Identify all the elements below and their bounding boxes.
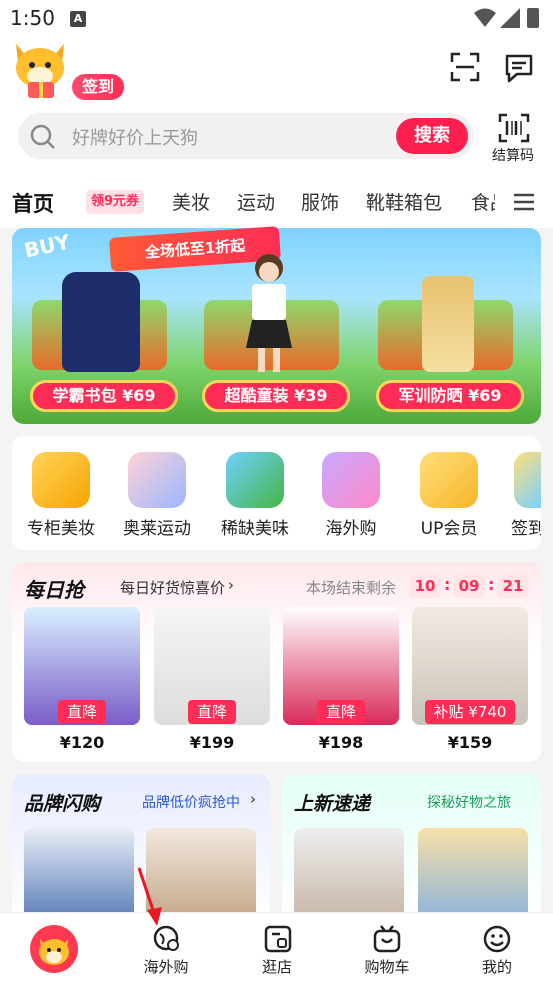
countdown-label: 本场结束剩余 xyxy=(306,579,397,597)
chevron-right-icon[interactable]: › xyxy=(228,576,234,594)
tab-food[interactable]: 食品 xyxy=(471,188,495,215)
deal-tag: 直降 xyxy=(317,700,365,724)
tab-beauty[interactable]: 美妆 xyxy=(172,188,210,215)
deal-price: ¥159 xyxy=(447,733,493,752)
notification-app-icon: A xyxy=(70,11,86,27)
nav-cart-label[interactable]: 购物车 xyxy=(352,956,422,977)
profile-icon[interactable] xyxy=(482,924,512,954)
nav-overseas-label[interactable]: 海外购 xyxy=(131,956,201,977)
search-input[interactable]: 好牌好价上天狗 xyxy=(72,124,198,150)
beauty-icon[interactable] xyxy=(32,452,90,508)
brand-flash-sale-title: 品牌闪购 xyxy=(24,793,101,815)
new-arrivals-title: 上新速递 xyxy=(294,793,371,815)
countdown-hours: 10 xyxy=(410,574,440,598)
nav-profile-label[interactable]: 我的 xyxy=(462,956,532,977)
search-icon xyxy=(30,124,55,149)
banner-pill-kidswear[interactable]: 超酷童装 ¥39 xyxy=(202,380,350,412)
countdown-separator: : xyxy=(488,575,495,594)
barcode-icon[interactable] xyxy=(498,113,530,143)
store-icon[interactable] xyxy=(263,924,293,954)
category-label-beauty[interactable]: 专柜美妆 xyxy=(11,514,111,539)
new-product-image[interactable] xyxy=(418,828,528,918)
deal-tag: 直降 xyxy=(58,700,106,724)
menu-icon[interactable] xyxy=(512,193,536,211)
home-mascot-icon[interactable] xyxy=(30,925,78,973)
category-label-rare-food[interactable]: 稀缺美味 xyxy=(205,514,305,539)
tab-home[interactable]: 首页 xyxy=(12,188,54,218)
red-arrow-icon xyxy=(137,867,162,926)
deal-tag: 补贴 ¥740 xyxy=(425,700,515,724)
deal-price: ¥199 xyxy=(189,733,235,752)
deal-price: ¥120 xyxy=(59,733,105,752)
brand-flash-sale-subtitle[interactable]: 品牌低价疯抢中 xyxy=(142,792,240,812)
deal-price: ¥198 xyxy=(318,733,364,752)
message-icon[interactable] xyxy=(503,52,535,84)
new-product-image[interactable] xyxy=(294,828,404,918)
backpack-image xyxy=(62,272,140,372)
battery-icon xyxy=(527,8,539,28)
overseas-icon[interactable] xyxy=(152,924,182,954)
status-time: 1:50 xyxy=(10,6,55,30)
countdown-separator: : xyxy=(444,575,451,594)
new-arrivals-subtitle[interactable]: 探秘好物之旅 xyxy=(427,792,511,812)
signin-button[interactable]: 签到 xyxy=(72,74,124,100)
countdown-seconds: 21 xyxy=(498,574,528,598)
category-label-overseas[interactable]: 海外购 xyxy=(301,514,401,539)
tab-shoes-bags[interactable]: 靴鞋箱包 xyxy=(366,188,442,215)
nav-store-label[interactable]: 逛店 xyxy=(242,956,312,977)
airplane-icon[interactable] xyxy=(322,452,380,508)
daily-deals-title: 每日抢 xyxy=(24,578,84,602)
sports-shoes-icon[interactable] xyxy=(128,452,186,508)
category-label-sports[interactable]: 奥莱运动 xyxy=(107,514,207,539)
daily-deals-subtitle[interactable]: 每日好货惊喜价 xyxy=(120,577,225,598)
barcode-label[interactable]: 结算码 xyxy=(492,145,534,165)
banner-pill-sunscreen[interactable]: 军训防晒 ¥69 xyxy=(376,380,524,412)
banner-pill-backpack[interactable]: 学霸书包 ¥69 xyxy=(30,380,178,412)
cart-icon[interactable] xyxy=(372,924,402,954)
tab-sports[interactable]: 运动 xyxy=(237,188,275,215)
countdown-minutes: 09 xyxy=(454,574,484,598)
coupon-badge[interactable]: 领9元券 xyxy=(86,190,144,214)
scan-icon[interactable] xyxy=(450,52,480,82)
signin-icon[interactable] xyxy=(514,452,541,508)
signal-icon xyxy=(500,8,520,28)
wifi-icon xyxy=(474,8,496,27)
sunscreen-image xyxy=(422,276,474,372)
search-button[interactable]: 搜索 xyxy=(396,118,468,154)
tab-apparel[interactable]: 服饰 xyxy=(301,188,339,215)
globe-food-icon[interactable] xyxy=(226,452,284,508)
category-label-signin[interactable]: 签到 xyxy=(511,514,541,539)
brand-product-image[interactable] xyxy=(24,828,134,918)
chevron-right-icon[interactable]: › xyxy=(250,790,256,808)
mascot-dog-icon[interactable] xyxy=(10,38,70,100)
crown-icon[interactable] xyxy=(420,452,478,508)
child-model-image xyxy=(246,254,292,372)
deal-tag: 直降 xyxy=(188,700,236,724)
category-label-up-member[interactable]: UP会员 xyxy=(399,514,499,539)
